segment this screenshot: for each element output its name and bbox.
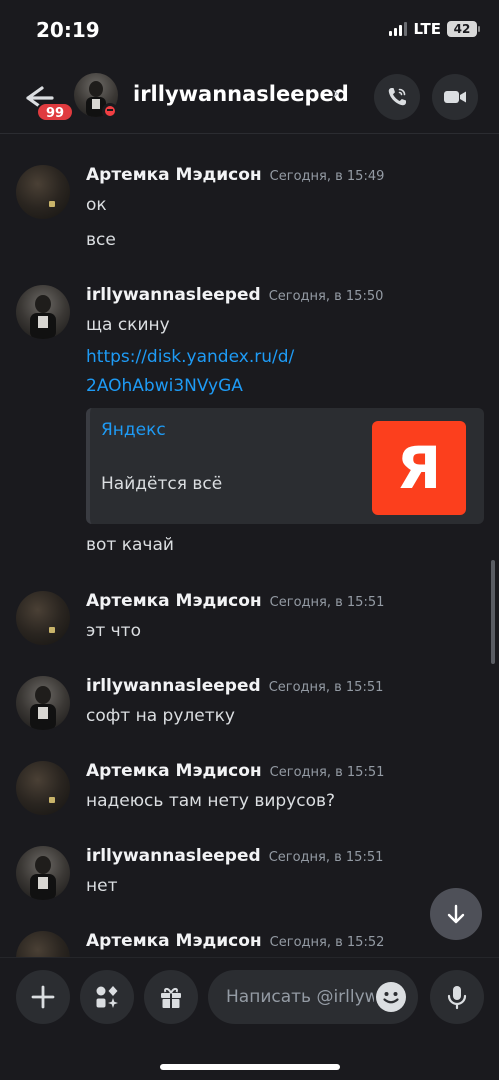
message-input[interactable]: [226, 970, 374, 1024]
avatar[interactable]: [16, 285, 70, 339]
message-timestamp: Сегодня, в 15:51: [269, 595, 385, 610]
chat-header: 99 irllywannasleeped ›: [0, 60, 499, 134]
arrow-down-icon: [447, 904, 465, 924]
add-attachment-button[interactable]: [16, 970, 70, 1024]
message-text: ща скину: [86, 315, 170, 335]
message-timestamp: Сегодня, в 15:50: [268, 289, 384, 304]
message-link[interactable]: https://disk.yandex.ru/d/: [86, 347, 294, 367]
message-author: Артемка Мэдисон Сегодня, в 15:49: [86, 165, 385, 185]
voice-message-button[interactable]: [430, 970, 484, 1024]
status-bar: 20:19 LTE 42: [0, 0, 499, 60]
video-button[interactable]: [432, 74, 478, 120]
message-text: ок: [86, 195, 107, 215]
channel-title[interactable]: irllywannasleeped: [133, 82, 349, 106]
avatar[interactable]: [16, 591, 70, 645]
jump-to-present-button[interactable]: [430, 888, 482, 940]
plus-icon: [31, 985, 55, 1009]
message-text: все: [86, 230, 116, 250]
message-author: Артемка Мэдисон Сегодня, в 15:51: [86, 591, 385, 611]
avatar[interactable]: [16, 676, 70, 730]
embed-description: Найдётся всё: [101, 474, 223, 494]
gift-icon: [161, 987, 181, 1008]
battery-icon: 42: [447, 21, 480, 37]
call-button[interactable]: [374, 74, 420, 120]
status-indicators: LTE 42: [389, 20, 480, 38]
message-text: нет: [86, 876, 118, 896]
message-timestamp: Сегодня, в 15:52: [269, 935, 385, 950]
embed-provider[interactable]: Яндекс: [101, 420, 166, 440]
message-timestamp: Сегодня, в 15:51: [268, 850, 384, 865]
message-input-container[interactable]: [208, 970, 418, 1024]
message-text: надеюсь там нету вирусов?: [86, 791, 336, 811]
message-text: софт на рулетку: [86, 706, 235, 726]
message-author: irllywannasleeped Сегодня, в 15:51: [86, 676, 384, 696]
gift-button[interactable]: [144, 970, 198, 1024]
chevron-right-icon[interactable]: ›: [332, 83, 339, 104]
message-author: irllywannasleeped Сегодня, в 15:51: [86, 846, 384, 866]
scrollbar-thumb[interactable]: [491, 560, 495, 664]
home-indicator[interactable]: [160, 1064, 340, 1070]
unread-badge: 99: [36, 102, 74, 122]
link-embed[interactable]: Яндекс Найдётся всё Я: [86, 408, 484, 524]
message-timestamp: Сегодня, в 15:49: [269, 169, 385, 184]
apps-icon: [96, 986, 118, 1008]
avatar[interactable]: [16, 846, 70, 900]
phone-icon: [388, 88, 406, 106]
emoji-icon[interactable]: [376, 982, 406, 1012]
signal-icon: [389, 22, 408, 36]
message-text: вот качай: [86, 535, 174, 555]
video-camera-icon: [444, 91, 466, 103]
avatar[interactable]: [16, 761, 70, 815]
yandex-logo-icon[interactable]: Я: [372, 421, 466, 515]
avatar[interactable]: [16, 165, 70, 219]
message-composer: [0, 957, 499, 1080]
message-author: irllywannasleeped Сегодня, в 15:50: [86, 285, 384, 305]
apps-button[interactable]: [80, 970, 134, 1024]
microphone-icon: [447, 986, 467, 1010]
dnd-status-icon: [102, 103, 118, 119]
message-author: Артемка Мэдисон Сегодня, в 15:52: [86, 931, 385, 951]
message-author: Артемка Мэдисон Сегодня, в 15:51: [86, 761, 385, 781]
network-type: LTE: [413, 20, 441, 38]
message-link[interactable]: 2AOhAbwi3NVyGA: [86, 376, 243, 396]
status-time: 20:19: [36, 18, 100, 42]
message-list[interactable]: Артемка Мэдисон Сегодня, в 15:49 ок все i…: [0, 135, 499, 957]
message-text: эт что: [86, 621, 141, 641]
message-timestamp: Сегодня, в 15:51: [269, 765, 385, 780]
avatar[interactable]: [16, 931, 70, 957]
message-timestamp: Сегодня, в 15:51: [268, 680, 384, 695]
